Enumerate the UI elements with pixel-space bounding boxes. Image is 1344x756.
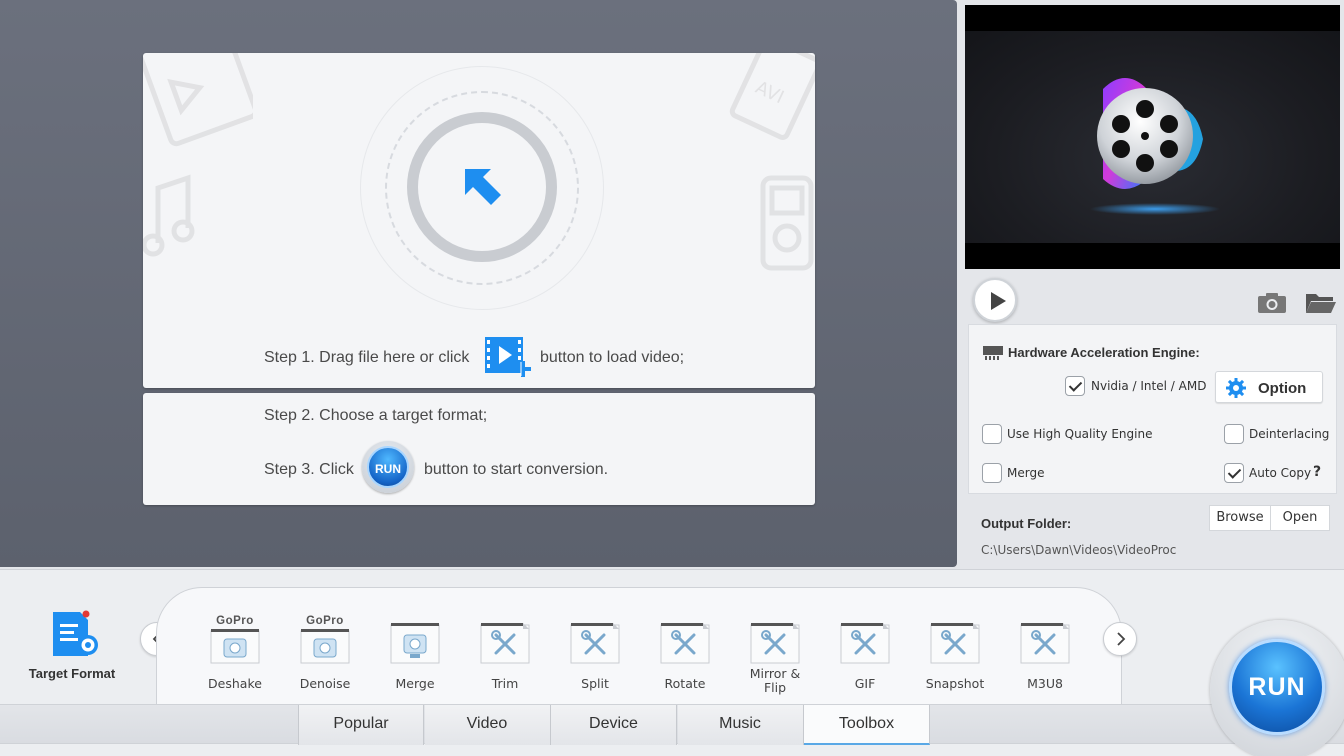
video-preview[interactable]	[965, 5, 1340, 269]
music-note-deco-icon	[143, 174, 195, 257]
tool-snapshot[interactable]: Snapshot	[917, 621, 993, 701]
tool-rotate[interactable]: Rotate	[647, 621, 723, 701]
tab-popular[interactable]: Popular	[298, 705, 424, 745]
high-quality-checkbox[interactable]	[982, 424, 1002, 444]
tool-gif[interactable]: GIF	[827, 621, 903, 701]
add-video-icon[interactable]	[485, 337, 535, 377]
run-button[interactable]: RUN	[1229, 639, 1325, 735]
target-format-icon	[53, 610, 98, 656]
open-button[interactable]: Open	[1270, 505, 1330, 531]
run-button-wrap: RUN	[1210, 620, 1344, 756]
merge-checkbox[interactable]	[982, 463, 1002, 483]
gopro-icon	[210, 629, 260, 664]
preview-stage	[965, 31, 1340, 243]
wrench-screwdriver-icon	[930, 623, 980, 664]
tool-label: Merge	[395, 676, 435, 691]
bottom-panel: Target Format GoPro Deshake GoPro Denoise Me…	[0, 569, 1344, 756]
tab-device[interactable]: Device	[551, 705, 677, 745]
category-tabs: Popular Video Device Music Toolbox	[0, 704, 1344, 745]
auto-copy-label: Auto Copy	[1249, 466, 1312, 480]
step3-text-after: button to start conversion.	[424, 461, 609, 478]
auto-copy-checkbox[interactable]	[1224, 463, 1244, 483]
run-button-bezel: RUN	[1210, 620, 1344, 756]
tool-label: Deshake	[208, 676, 262, 691]
tools-next-button[interactable]	[1103, 622, 1137, 656]
output-folder-title: Output Folder:	[981, 516, 1072, 531]
merge-label: Merge	[1007, 466, 1045, 480]
target-format-label: Target Format	[28, 666, 116, 681]
target-format-button[interactable]: Target Format	[20, 610, 124, 684]
nvidia-checkbox[interactable]	[1065, 376, 1085, 396]
wrench-screwdriver-icon	[1020, 623, 1070, 664]
drop-area[interactable]: AVI Step 1. Drag file here or click butt…	[0, 0, 957, 567]
tool-m3u8[interactable]: M3U8	[1007, 621, 1083, 701]
deinterlacing-label: Deinterlacing	[1249, 427, 1330, 441]
media-player-deco-icon	[760, 175, 814, 271]
deinterlacing-checkbox[interactable]	[1224, 424, 1244, 444]
tab-music[interactable]: Music	[677, 705, 804, 745]
wrench-screwdriver-icon	[480, 623, 530, 664]
settings-panel: Hardware Acceleration Engine: Nvidia / I…	[968, 324, 1337, 494]
tool-label: Split	[581, 676, 609, 691]
tool-split[interactable]: Split	[557, 621, 633, 701]
gear-icon	[1226, 378, 1246, 398]
step1-text-before: Step 1. Drag file here or click	[264, 349, 470, 366]
wrench-screwdriver-icon	[570, 623, 620, 664]
browse-button[interactable]: Browse	[1209, 505, 1271, 531]
play-button[interactable]	[973, 278, 1017, 322]
tool-label: Mirror & Flip	[749, 666, 801, 695]
play-icon	[991, 292, 1006, 310]
tool-trim[interactable]: Trim	[467, 621, 543, 701]
help-icon[interactable]: ?	[1313, 464, 1321, 480]
svg-text:AVI: AVI	[752, 77, 787, 108]
tool-label: M3U8	[1027, 676, 1063, 691]
tool-label: Denoise	[299, 676, 351, 691]
chip-icon	[983, 346, 1003, 360]
arrow-up-left-icon	[465, 169, 501, 205]
camera-icon[interactable]	[1257, 292, 1287, 314]
step2-text: Step 2. Choose a target format;	[264, 407, 488, 424]
hw-accel-title: Hardware Acceleration Engine:	[1008, 345, 1200, 360]
tool-label: GIF	[854, 676, 876, 691]
steps-card: Step 2. Choose a target format; Step 3. …	[143, 393, 815, 505]
output-folder-path[interactable]: C:\Users\Dawn\Videos\VideoProc	[981, 543, 1176, 557]
tool-mirror-flip[interactable]: Mirror & Flip	[737, 621, 813, 701]
high-quality-label: Use High Quality Engine	[1007, 427, 1153, 441]
step1-text-after: button to load video;	[540, 349, 685, 366]
videoproc-logo-icon	[1090, 78, 1220, 215]
tool-denoise[interactable]: GoPro Denoise	[287, 615, 363, 701]
tool-deshake[interactable]: GoPro Deshake	[197, 615, 273, 701]
merge-icon	[390, 623, 440, 664]
tool-label: Rotate	[664, 676, 706, 691]
option-label: Option	[1258, 380, 1307, 397]
toolbox-tools-bar: GoPro Deshake GoPro Denoise Merge Trim Split Ro…	[156, 587, 1122, 705]
inline-run-icon: RUN	[362, 441, 414, 493]
tool-label: Trim	[491, 676, 519, 691]
wrench-screwdriver-icon	[840, 623, 890, 664]
tool-merge[interactable]: Merge	[377, 621, 453, 701]
nvidia-label: Nvidia / Intel / AMD	[1091, 379, 1207, 393]
wrench-screwdriver-icon	[660, 623, 710, 664]
tab-toolbox[interactable]: Toolbox	[804, 705, 930, 745]
output-folder-area: Output Folder: Browse Open C:\Users\Dawn…	[968, 505, 1337, 565]
tab-video[interactable]: Video	[424, 705, 551, 745]
step1-card[interactable]: AVI Step 1. Drag file here or click butt…	[143, 53, 815, 388]
inline-run-label: RUN	[367, 446, 409, 488]
option-button[interactable]: Option	[1215, 371, 1323, 403]
video-file-deco-icon	[143, 53, 253, 147]
wrench-screwdriver-icon	[750, 623, 800, 664]
gopro-icon	[300, 629, 350, 664]
preview-controls	[965, 275, 1340, 323]
folder-open-icon[interactable]	[1305, 292, 1337, 314]
avi-file-deco-icon: AVI	[729, 53, 815, 140]
chevron-right-icon	[1117, 632, 1126, 646]
tool-label: Snapshot	[925, 676, 985, 691]
step3-text-before: Step 3. Click	[264, 461, 354, 478]
